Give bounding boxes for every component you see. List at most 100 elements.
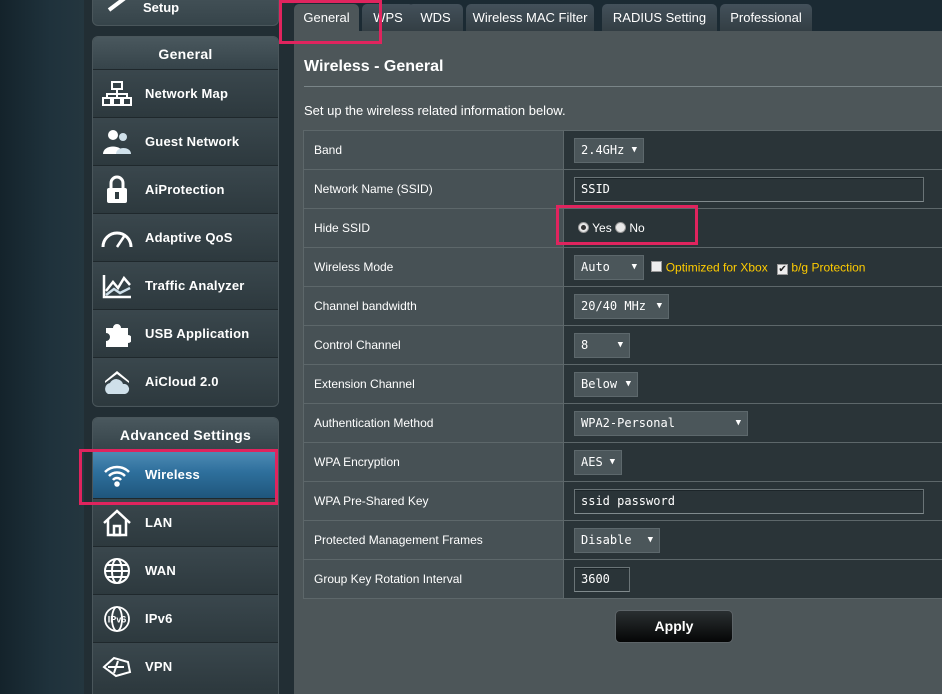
page-title: Wireless - General <box>304 58 444 75</box>
sidebar-item-traffic-analyzer[interactable]: Traffic Analyzer <box>93 261 278 309</box>
sidebar-item-aiprotection[interactable]: AiProtection <box>93 165 278 213</box>
dropdown-arrow-icon: ▼ <box>617 340 623 350</box>
tab-bar: General WPS WDS Wireless MAC Filter RADI… <box>294 0 942 31</box>
hide-ssid-no-radio[interactable] <box>615 222 627 233</box>
dropdown-arrow-icon: ▼ <box>609 457 615 467</box>
title-divider <box>304 86 942 87</box>
globe-icon <box>99 553 135 589</box>
band-select[interactable]: 2.4GHz ▼ <box>574 137 644 163</box>
extension-channel-label: Extension Channel <box>303 364 564 404</box>
ssid-input[interactable]: SSID <box>574 176 924 202</box>
table-row: Network Name (SSID) SSID <box>303 169 942 209</box>
table-row: Channel bandwidth 20/40 MHz ▼ <box>303 286 942 326</box>
guest-users-icon <box>99 124 135 160</box>
hide-ssid-label: Hide SSID <box>303 208 564 248</box>
puzzle-icon <box>99 316 135 352</box>
tab-wds[interactable]: WDS <box>408 4 463 31</box>
auth-method-label: Authentication Method <box>303 403 564 443</box>
page-description: Set up the wireless related information … <box>304 103 566 118</box>
sidebar-item-wan[interactable]: WAN <box>93 546 278 594</box>
sidebar-item-label: USB Application <box>145 326 250 341</box>
extension-channel-value: Below <box>581 377 618 391</box>
dropdown-arrow-icon: ▼ <box>625 379 631 389</box>
table-row: Protected Management Frames Disable ▼ <box>303 520 942 560</box>
xbox-checkbox[interactable] <box>651 261 663 272</box>
sidebar-item-label: AiProtection <box>145 182 225 197</box>
channel-bandwidth-value: 20/40 MHz <box>581 299 647 313</box>
channel-bandwidth-select[interactable]: 20/40 MHz ▼ <box>574 293 669 319</box>
tab-radius-setting[interactable]: RADIUS Setting <box>602 4 717 31</box>
wireless-mode-value: Auto <box>581 260 610 274</box>
control-channel-label: Control Channel <box>303 325 564 365</box>
control-channel-select[interactable]: 8 ▼ <box>574 332 630 358</box>
sidebar-advanced-panel: Advanced Settings Wireless LAN WAN IPv6 … <box>92 417 279 694</box>
tab-wireless-mac-filter[interactable]: Wireless MAC Filter <box>466 4 594 31</box>
sidebar-item-usb-application[interactable]: USB Application <box>93 309 278 357</box>
sidebar-item-label: Network Map <box>145 86 229 101</box>
apply-button[interactable]: Apply <box>615 610 733 643</box>
network-map-icon <box>99 76 135 112</box>
sidebar-item-lan[interactable]: LAN <box>93 498 278 546</box>
table-row: Band 2.4GHz ▼ <box>303 130 942 170</box>
sidebar-advanced-header: Advanced Settings <box>93 418 278 450</box>
table-row: Wireless Mode Auto ▼ Optimized for Xbox ✔… <box>303 247 942 287</box>
wpa-psk-input[interactable]: ssid password <box>574 488 924 514</box>
hide-ssid-yes-radio[interactable] <box>578 222 589 233</box>
sidebar-item-label: AiCloud 2.0 <box>145 374 219 389</box>
dropdown-arrow-icon: ▼ <box>735 418 741 428</box>
ipv6-globe-icon: IPv6 <box>99 601 135 637</box>
pmf-label: Protected Management Frames <box>303 520 564 560</box>
sidebar-item-label: Guest Network <box>145 134 240 149</box>
channel-bandwidth-label: Channel bandwidth <box>303 286 564 326</box>
sidebar-item-setup[interactable]: Setup <box>92 0 279 26</box>
table-row: WPA Encryption AES ▼ <box>303 442 942 482</box>
dropdown-arrow-icon: ▼ <box>631 145 637 155</box>
pmf-select[interactable]: Disable ▼ <box>574 527 660 553</box>
tab-general[interactable]: General <box>294 4 359 31</box>
wpa-psk-label: WPA Pre-Shared Key <box>303 481 564 521</box>
bg-protection-label: b/g Protection <box>791 260 866 274</box>
group-key-input[interactable]: 3600 <box>574 566 630 592</box>
sidebar-item-label: IPv6 <box>145 611 173 626</box>
table-row: Extension Channel Below ▼ <box>303 364 942 404</box>
sidebar-item-label: Wireless <box>145 467 200 482</box>
tab-wps[interactable]: WPS <box>362 4 414 31</box>
sidebar-item-vpn[interactable]: VPN <box>93 642 278 690</box>
vpn-icon <box>99 649 135 685</box>
band-label: Band <box>303 130 564 170</box>
sidebar-item-label: LAN <box>145 515 173 530</box>
home-icon <box>99 505 135 541</box>
table-row: WPA Pre-Shared Key ssid password <box>303 481 942 521</box>
dropdown-arrow-icon: ▼ <box>656 301 662 311</box>
sidebar-general-header: General <box>93 37 278 69</box>
svg-text:IPv6: IPv6 <box>108 614 127 624</box>
auth-method-select[interactable]: WPA2-Personal ▼ <box>574 410 748 436</box>
sidebar-item-wireless[interactable]: Wireless <box>93 450 278 498</box>
table-row: Control Channel 8 ▼ <box>303 325 942 365</box>
sidebar-item-label: Setup <box>143 0 180 15</box>
bg-protection-checkbox[interactable]: ✔ <box>777 264 789 275</box>
wifi-icon <box>99 457 135 493</box>
extension-channel-select[interactable]: Below ▼ <box>574 371 638 397</box>
table-row: Authentication Method WPA2-Personal ▼ <box>303 403 942 443</box>
table-row: Hide SSID Yes No <box>303 208 942 248</box>
sidebar-item-label: Traffic Analyzer <box>145 278 245 293</box>
wireless-mode-label: Wireless Mode <box>303 247 564 287</box>
traffic-graph-icon <box>99 268 135 304</box>
tab-professional[interactable]: Professional <box>720 4 812 31</box>
wpa-encryption-value: AES <box>581 455 603 469</box>
auth-method-value: WPA2-Personal <box>581 416 675 430</box>
sidebar-item-network-map[interactable]: Network Map <box>93 69 278 117</box>
dropdown-arrow-icon: ▼ <box>647 535 653 545</box>
sidebar-item-ipv6[interactable]: IPv6 IPv6 <box>93 594 278 642</box>
sidebar-item-label: WAN <box>145 563 176 578</box>
table-row: Group Key Rotation Interval 3600 <box>303 559 942 599</box>
sidebar-item-aicloud[interactable]: AiCloud 2.0 <box>93 357 278 405</box>
sidebar-item-guest-network[interactable]: Guest Network <box>93 117 278 165</box>
wireless-settings-table: Band 2.4GHz ▼ Network Name (SSID) SSID Hi… <box>303 130 942 599</box>
wireless-mode-select[interactable]: Auto ▼ <box>574 254 644 280</box>
pmf-value: Disable <box>581 533 632 547</box>
sidebar-item-adaptive-qos[interactable]: Adaptive QoS <box>93 213 278 261</box>
wpa-encryption-select[interactable]: AES ▼ <box>574 449 622 475</box>
sidebar-item-label: VPN <box>145 659 173 674</box>
